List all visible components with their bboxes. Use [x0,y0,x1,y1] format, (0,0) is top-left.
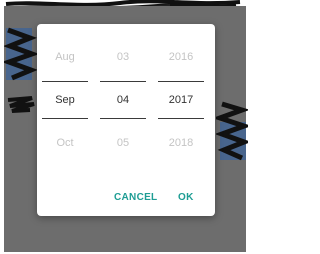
month-spinner[interactable]: Aug Sep Oct [42,24,88,174]
year-prev[interactable]: 2016 [158,51,204,63]
cancel-button[interactable]: CANCEL [114,192,157,203]
scribble-right [216,101,248,161]
month-prev[interactable]: Aug [42,51,88,63]
day-selected[interactable]: 04 [100,94,146,106]
year-divider-bottom [158,118,204,119]
month-divider-bottom [42,118,88,119]
year-selected[interactable]: 2017 [158,94,204,106]
day-prev[interactable]: 03 [100,51,146,63]
month-next[interactable]: Oct [42,137,88,149]
date-picker-dialog: Aug Sep Oct 03 04 05 2016 2017 2018 CANC… [37,24,215,216]
month-selected[interactable]: Sep [42,94,88,106]
day-next[interactable]: 05 [100,137,146,149]
day-divider-top [100,81,146,82]
month-divider-top [42,81,88,82]
scribble-left [4,27,38,81]
year-divider-top [158,81,204,82]
scribble-left-2 [7,96,35,113]
ok-button[interactable]: OK [178,192,194,203]
year-spinner[interactable]: 2016 2017 2018 [158,24,204,174]
day-spinner[interactable]: 03 04 05 [100,24,146,174]
day-divider-bottom [100,118,146,119]
year-next[interactable]: 2018 [158,137,204,149]
